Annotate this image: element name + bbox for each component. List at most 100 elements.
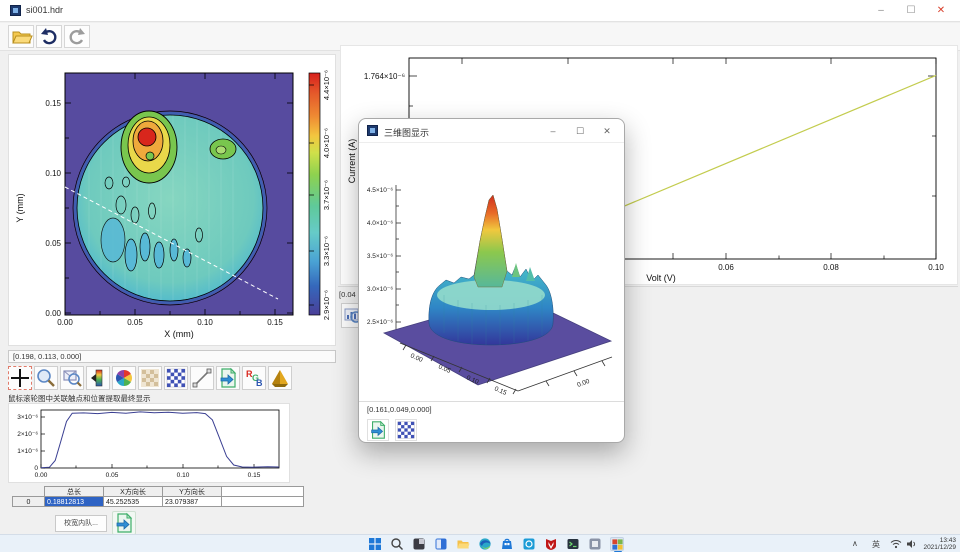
undo-icon xyxy=(37,26,61,47)
surface-3d-tool-button[interactable] xyxy=(268,366,292,390)
taskbar-app-gray[interactable] xyxy=(588,537,602,551)
zoom-box-tool-button[interactable] xyxy=(60,366,84,390)
surface-mosaic-button[interactable] xyxy=(395,419,417,441)
svg-text:4.0×10⁻⁶: 4.0×10⁻⁶ xyxy=(367,220,393,227)
svg-text:4.5×10⁻⁶: 4.5×10⁻⁶ xyxy=(367,187,393,194)
map-tools-row: R G B xyxy=(8,366,308,392)
bottom-action-button[interactable]: 校宽内队... xyxy=(55,515,107,532)
surface-maximize-button[interactable]: ☐ xyxy=(567,120,593,142)
minimize-button[interactable]: – xyxy=(866,0,896,22)
iv-xlabel: Volt (V) xyxy=(646,273,676,283)
contour-map-panel[interactable]: 0.00 0.05 0.10 0.15 0.00 0.05 0.10 0.15 … xyxy=(8,54,336,346)
svg-text:3.3×10⁻⁶: 3.3×10⁻⁶ xyxy=(322,236,331,266)
svg-text:0.10: 0.10 xyxy=(197,318,213,327)
taskbar-app-dark[interactable] xyxy=(412,537,426,551)
svg-text:3.0×10⁻⁶: 3.0×10⁻⁶ xyxy=(367,286,393,293)
svg-text:2.9×10⁻⁶: 2.9×10⁻⁶ xyxy=(322,290,331,320)
redo-button[interactable] xyxy=(64,25,90,48)
surface-export-button[interactable] xyxy=(367,419,389,441)
start-button[interactable] xyxy=(368,537,382,551)
rgb-channels-tool-button[interactable]: R G B xyxy=(242,366,266,390)
color-wheel-tool-button[interactable] xyxy=(112,366,136,390)
title-bar[interactable]: si001.hdr – ☐ ✕ xyxy=(0,0,960,22)
taskbar-edge[interactable] xyxy=(478,537,492,551)
svg-text:0.10: 0.10 xyxy=(45,169,61,178)
svg-text:0.10: 0.10 xyxy=(177,472,190,479)
export-icon xyxy=(368,420,388,440)
map-ylabel: Y (mm) xyxy=(15,193,25,222)
svg-text:0.00: 0.00 xyxy=(576,378,591,389)
surface-3d-window[interactable]: 三维图显示 – ☐ ✕ xyxy=(358,118,625,443)
svg-text:0.05: 0.05 xyxy=(45,239,61,248)
svg-text:3.5×10⁻⁶: 3.5×10⁻⁶ xyxy=(367,253,393,260)
crosshair-tool-button[interactable] xyxy=(8,366,32,390)
taskbar-microsoft-store[interactable] xyxy=(500,537,514,551)
table-row-header[interactable]: 0 xyxy=(12,496,45,507)
zoom-in-icon xyxy=(35,367,57,389)
active-app-icon xyxy=(611,538,624,551)
app-blue-icon xyxy=(434,537,448,551)
app-teal-icon xyxy=(522,537,536,551)
table-cell-y-length[interactable]: 23.079387 xyxy=(162,496,222,507)
svg-text:0.06: 0.06 xyxy=(718,263,734,272)
svg-text:0.00: 0.00 xyxy=(45,309,61,318)
clock-date: 2021/12/29 xyxy=(920,544,956,551)
taskbar: ∧ 英 13:43 2021/12/29 xyxy=(0,534,960,552)
surface-window-titlebar[interactable]: 三维图显示 – ☐ ✕ xyxy=(359,119,624,143)
measure-line-tool-button[interactable] xyxy=(190,366,214,390)
tray-ime-indicator[interactable]: 英 xyxy=(872,539,880,550)
table-cell-x-length[interactable]: 45.252535 xyxy=(103,496,163,507)
open-file-button[interactable] xyxy=(8,25,34,48)
mosaic-tool-button[interactable] xyxy=(164,366,188,390)
taskbar-clock[interactable]: 13:43 2021/12/29 xyxy=(920,537,956,551)
window-title: si001.hdr xyxy=(26,5,63,15)
microsoft-store-icon xyxy=(500,537,514,551)
svg-text:3×10⁻⁶: 3×10⁻⁶ xyxy=(17,414,38,421)
open-folder-icon xyxy=(9,26,33,47)
table-cell-total-length[interactable]: 0.18812813 xyxy=(44,496,104,507)
zoom-in-tool-button[interactable] xyxy=(34,366,58,390)
app-gray-icon xyxy=(588,537,602,551)
speaker-icon[interactable] xyxy=(906,539,918,549)
measurement-table[interactable]: 总长 X方向长 Y方向长 0 0.18812813 45.252535 23.0… xyxy=(12,486,304,510)
svg-text:0.15: 0.15 xyxy=(267,318,283,327)
app-dark-icon xyxy=(412,537,426,551)
surface-z-labels: 4.5×10⁻⁶ 4.0×10⁻⁶ 3.5×10⁻⁶ 3.0×10⁻⁶ 2.5×… xyxy=(367,187,393,326)
surface-wafer xyxy=(429,195,553,345)
texture-tool-button[interactable] xyxy=(138,366,162,390)
close-button[interactable]: ✕ xyxy=(926,0,956,22)
surface-minimize-button[interactable]: – xyxy=(540,120,566,142)
surface-window-divider xyxy=(359,401,624,402)
svg-text:2×10⁻⁶: 2×10⁻⁶ xyxy=(17,431,38,438)
taskbar-app-teal[interactable] xyxy=(522,537,536,551)
tray-chevron[interactable]: ∧ xyxy=(852,539,858,548)
color-scale-tool-button[interactable] xyxy=(86,366,110,390)
taskbar-mcafee[interactable] xyxy=(544,537,558,551)
svg-text:4.4×10⁻⁶: 4.4×10⁻⁶ xyxy=(322,70,331,100)
export-icon xyxy=(217,367,239,389)
svg-text:0.00: 0.00 xyxy=(35,472,48,479)
surface-3d-chart: 4.5×10⁻⁶ 4.0×10⁻⁶ 3.5×10⁻⁶ 3.0×10⁻⁶ 2.5×… xyxy=(366,145,618,397)
file-explorer-icon xyxy=(456,537,470,551)
bottom-export-button[interactable] xyxy=(112,511,136,535)
maximize-button[interactable]: ☐ xyxy=(896,0,926,22)
export-icon xyxy=(113,512,135,534)
taskbar-app-blue[interactable] xyxy=(434,537,448,551)
mosaic-icon xyxy=(396,420,416,440)
taskbar-app-green[interactable] xyxy=(566,537,580,551)
wifi-icon[interactable] xyxy=(890,539,902,549)
profile-plot-panel[interactable]: 0 1×10⁻⁶ 2×10⁻⁶ 3×10⁻⁶ 0.00 0.05 0.10 0.… xyxy=(8,403,290,483)
undo-button[interactable] xyxy=(36,25,62,48)
clock-time: 13:43 xyxy=(920,537,956,544)
redo-icon xyxy=(65,26,89,47)
taskbar-file-explorer[interactable] xyxy=(456,537,470,551)
svg-text:0.15: 0.15 xyxy=(493,385,508,397)
rgb-channels-icon: R G B xyxy=(243,367,265,389)
taskbar-active-app[interactable] xyxy=(610,537,624,551)
export-tool-button[interactable] xyxy=(216,366,240,390)
zoom-box-icon xyxy=(61,367,83,389)
surface-close-button[interactable]: ✕ xyxy=(594,120,620,142)
surface-status-readout: [0.161,0.049,0.000] xyxy=(367,405,567,414)
map-status-readout: [0.198, 0.113, 0.000] xyxy=(8,350,336,363)
taskbar-search-button[interactable] xyxy=(390,537,404,551)
